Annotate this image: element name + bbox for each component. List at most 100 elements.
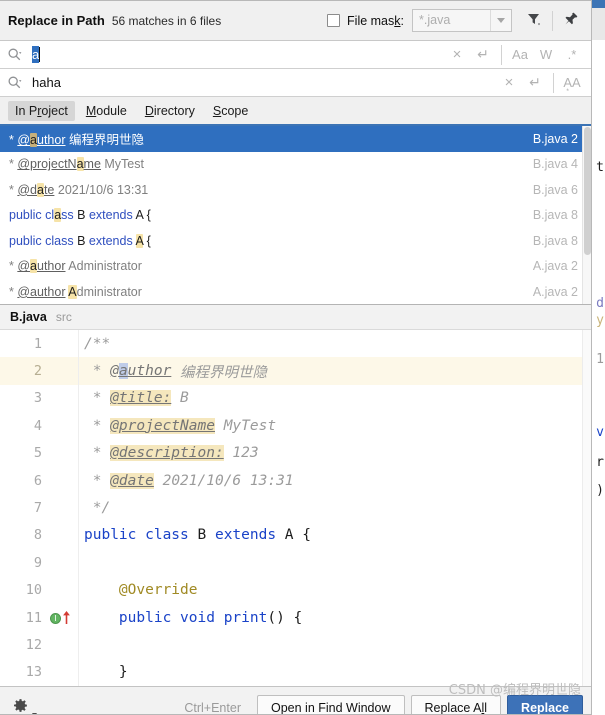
code-segment: A { <box>276 527 311 544</box>
match-highlight: a <box>30 133 37 148</box>
match-highlight: a <box>30 259 37 274</box>
preserve-case-toggle[interactable]: A͙A <box>559 70 585 96</box>
clear-search-icon[interactable]: × <box>444 42 470 68</box>
code-line-text: /** <box>78 330 591 358</box>
replace-button[interactable]: Replace <box>507 695 583 714</box>
code-line[interactable]: 2 * @ a uthor 编程界明世隐 <box>0 357 591 385</box>
tab-in-project[interactable]: In Project <box>8 100 75 121</box>
replace-history-icon[interactable]: ↵ <box>522 70 548 96</box>
search-history-icon[interactable]: ↵ <box>470 42 496 68</box>
code-line[interactable]: 11 I public void print() { <box>0 603 591 632</box>
gutter-icon-area <box>46 440 78 467</box>
search-icon <box>7 75 22 90</box>
match-highlight: @title: <box>110 390 172 407</box>
background-editor-tab <box>591 0 605 8</box>
code-line[interactable]: 10 @Override <box>0 576 591 604</box>
file-mask-checkbox[interactable] <box>327 14 341 27</box>
code-line[interactable]: 6 * @date 2021/10/6 13:31 <box>0 466 591 495</box>
code-preview[interactable]: 1/** 2 * @ a uthor 编程界明世隐 3 * @title: B4 * @… <box>0 330 591 687</box>
code-line[interactable]: 4 * @projectName MyTest <box>0 412 591 440</box>
open-in-find-window-button[interactable]: Open in Find Window <box>256 695 405 714</box>
gutter-icon-area <box>46 494 78 521</box>
gutter-icon-area <box>46 522 78 549</box>
background-code-fragment: v <box>596 425 604 440</box>
code-segment: @Override <box>84 582 198 599</box>
titlebar-divider <box>552 10 553 31</box>
code-segment: () { <box>267 609 303 626</box>
result-row[interactable]: * @author Administrator A.java 2 <box>0 279 591 304</box>
result-row[interactable]: * @author Administrator A.java 2 <box>0 254 591 280</box>
gutter-icon-area: I <box>46 604 78 631</box>
file-mask-value[interactable]: *.java <box>413 10 491 31</box>
results-rows: * @author 编程界明世隐 B.java 2 * @projectName M… <box>0 126 591 304</box>
chevron-down-icon[interactable] <box>491 10 511 31</box>
code-segment: /** <box>84 335 111 352</box>
match-case-toggle[interactable]: Aa <box>507 42 533 68</box>
results-scrollbar-thumb[interactable] <box>584 127 591 255</box>
result-text-segment: B <box>73 233 89 248</box>
result-row[interactable]: * @projectName MyTest B.java 4 <box>0 152 591 178</box>
replace-input-value[interactable]: haha <box>32 75 61 90</box>
line-number: 6 <box>33 472 42 489</box>
replace-all-button[interactable]: Replace All <box>410 695 502 714</box>
match-highlight: @projectName <box>110 417 215 434</box>
search-input[interactable]: a <box>32 41 444 68</box>
filter-icon[interactable] <box>526 11 542 30</box>
match-highlight: @date <box>110 472 154 489</box>
code-line-text: * @ a uthor 编程界明世隐 <box>78 357 591 385</box>
words-toggle[interactable]: W <box>533 42 559 68</box>
line-number: 11 <box>25 609 42 626</box>
result-row[interactable]: public class B extends A {B.java 8 <box>0 203 591 229</box>
tab-scope[interactable]: Scope <box>206 101 255 121</box>
search-icon <box>7 47 22 62</box>
code-line[interactable]: 12 <box>0 631 591 659</box>
result-text-segment: 2021/10/6 13:31 <box>54 182 149 197</box>
results-list[interactable]: * @author 编程界明世隐 B.java 2 * @projectName M… <box>0 126 591 305</box>
code-line[interactable]: 7 */ <box>0 494 591 522</box>
result-row-text: * @date 2021/10/6 13:31 <box>9 182 533 197</box>
line-number: 5 <box>33 445 42 462</box>
code-segment: } <box>84 664 128 681</box>
code-line-text: * @date 2021/10/6 13:31 <box>78 466 591 495</box>
results-scrollbar[interactable] <box>582 126 591 304</box>
preview-file-dir: src <box>55 310 72 324</box>
search-input-value[interactable]: a <box>32 46 40 63</box>
code-line[interactable]: 1 /** <box>0 330 591 358</box>
gear-icon[interactable] <box>12 698 38 714</box>
preview-header: B.java src <box>0 305 591 330</box>
tab-module[interactable]: Module <box>79 101 134 121</box>
file-mask-combobox[interactable]: *.java <box>412 9 512 32</box>
preview-file-name: B.java <box>10 310 47 324</box>
result-text-segment: extends <box>88 233 133 248</box>
code-line-text: */ <box>78 494 591 522</box>
code-segment: public void <box>118 609 215 626</box>
result-text-segment: A { <box>132 208 151 223</box>
replace-input[interactable]: haha <box>32 69 496 96</box>
preview-scrollbar[interactable] <box>582 330 591 686</box>
gutter-icon-area <box>46 577 78 604</box>
result-row[interactable]: * @author 编程界明世隐 B.java 2 <box>0 126 591 152</box>
pin-icon[interactable] <box>563 11 579 30</box>
code-line[interactable]: 8 public class B extends A { <box>0 521 591 550</box>
implementing-method-icon[interactable]: I <box>50 612 61 624</box>
line-number: 9 <box>33 554 42 571</box>
result-text-segment: cl <box>45 208 55 223</box>
code-segment: */ <box>84 500 111 517</box>
override-arrow-icon[interactable] <box>62 610 71 629</box>
code-line[interactable]: 9 <box>0 549 591 577</box>
gutter-icon-area <box>46 330 78 357</box>
clear-replace-icon[interactable]: × <box>496 70 522 96</box>
line-number: 12 <box>25 636 42 653</box>
result-row[interactable]: * @date 2021/10/6 13:31 B.java 6 <box>0 177 591 203</box>
match-count-label: 56 matches in 6 files <box>111 13 222 28</box>
code-line[interactable]: 3 * @title: B <box>0 384 591 413</box>
result-row[interactable]: public class B extends A {B.java 8 <box>0 228 591 254</box>
result-row-text: * @author 编程界明世隐 <box>9 129 533 148</box>
regex-toggle[interactable]: .* <box>559 42 585 68</box>
code-line[interactable]: 13 } <box>0 658 591 686</box>
result-row-location: B.java 6 <box>532 182 578 197</box>
code-line[interactable]: 5 * @description: 123 <box>0 439 591 467</box>
code-line-text: public class B extends A { <box>78 521 591 550</box>
code-segment: * <box>84 417 111 434</box>
tab-directory[interactable]: Directory <box>138 101 202 121</box>
